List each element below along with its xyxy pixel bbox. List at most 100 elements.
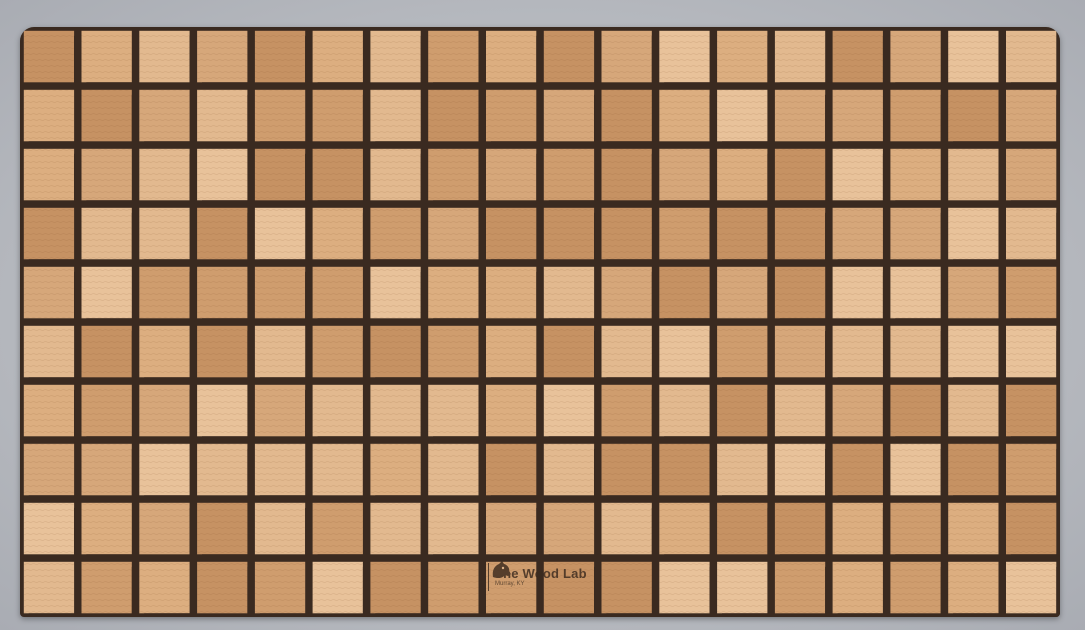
walnut-strip xyxy=(362,566,368,617)
walnut-strip xyxy=(940,566,946,617)
walnut-strip xyxy=(940,94,946,145)
wood-grain xyxy=(139,30,190,83)
wood-grain xyxy=(81,502,132,555)
wood-grain xyxy=(1006,384,1057,437)
walnut-strip xyxy=(131,330,137,381)
wood-grain xyxy=(312,30,363,83)
walnut-strip xyxy=(305,389,311,440)
walnut-strip xyxy=(664,82,714,88)
wood-grain xyxy=(890,30,941,83)
walnut-strip xyxy=(709,330,715,381)
wood-grain xyxy=(254,561,306,614)
walnut-strip xyxy=(1056,330,1060,381)
wood-grain xyxy=(543,89,595,142)
wood-grain xyxy=(428,207,479,260)
walnut-strip xyxy=(895,554,945,560)
walnut-strip xyxy=(709,94,715,145)
walnut-strip xyxy=(651,507,657,558)
walnut-strip xyxy=(259,495,309,501)
wood-grain xyxy=(832,384,883,437)
wood-grain xyxy=(717,89,768,142)
walnut-strip xyxy=(536,271,542,322)
walnut-strip xyxy=(940,330,946,381)
walnut-strip xyxy=(305,153,311,204)
wood-grain xyxy=(717,30,768,83)
walnut-strip xyxy=(767,389,773,440)
wood-grain xyxy=(23,266,75,319)
wood-grain xyxy=(254,148,306,201)
walnut-strip xyxy=(940,448,946,499)
wood-grain xyxy=(139,384,190,437)
wood-grain xyxy=(312,266,363,319)
wood-grain xyxy=(890,561,941,614)
walnut-strip xyxy=(594,330,599,381)
walnut-strip xyxy=(536,507,542,558)
walnut-strip xyxy=(594,94,599,145)
wood-grain xyxy=(197,207,248,260)
wood-grain xyxy=(543,30,595,83)
wood-grain xyxy=(1006,443,1057,496)
walnut-strip xyxy=(1056,566,1060,617)
wood-grain xyxy=(601,502,652,555)
wood-grain xyxy=(486,266,537,319)
wood-grain xyxy=(81,384,132,437)
walnut-strip xyxy=(882,271,888,322)
walnut-strip xyxy=(722,259,772,265)
walnut-strip xyxy=(247,330,253,381)
walnut-strip xyxy=(189,507,195,558)
walnut-strip xyxy=(86,318,136,324)
wood-grain xyxy=(23,207,75,260)
walnut-strip xyxy=(259,377,309,383)
wood-grain xyxy=(139,207,190,260)
wood-grain xyxy=(832,325,883,378)
walnut-strip xyxy=(259,613,309,617)
wood-grain xyxy=(1006,266,1057,319)
walnut-strip xyxy=(1010,200,1060,206)
wood-grain xyxy=(81,207,132,260)
wood-grain xyxy=(370,561,421,614)
walnut-strip xyxy=(478,448,484,499)
walnut-strip xyxy=(837,495,887,501)
wood-grain xyxy=(948,384,999,437)
walnut-strip xyxy=(779,82,829,88)
walnut-strip xyxy=(490,613,540,617)
wood-grain xyxy=(659,502,710,555)
walnut-strip xyxy=(594,566,599,617)
wood-grain xyxy=(428,148,479,201)
walnut-strip xyxy=(998,507,1004,558)
walnut-strip xyxy=(433,554,483,560)
walnut-strip xyxy=(189,389,195,440)
wood-grain xyxy=(601,266,652,319)
walnut-strip xyxy=(28,495,78,501)
wood-grain xyxy=(197,502,248,555)
walnut-strip xyxy=(825,448,831,499)
wood-grain xyxy=(543,148,595,201)
wood-grain xyxy=(890,443,941,496)
walnut-strip xyxy=(86,200,136,206)
walnut-strip xyxy=(953,377,1003,383)
walnut-strip xyxy=(478,330,484,381)
wood-grain xyxy=(486,30,537,83)
wood-grain xyxy=(312,502,363,555)
wood-grain xyxy=(948,266,999,319)
wood-grain xyxy=(370,325,421,378)
walnut-strip xyxy=(882,153,888,204)
wood-grain xyxy=(543,502,595,555)
wood-grain xyxy=(890,148,941,201)
wood-grain xyxy=(717,148,768,201)
walnut-strip xyxy=(28,141,78,147)
walnut-strip xyxy=(606,377,656,383)
wood-grain xyxy=(428,266,479,319)
walnut-strip xyxy=(259,141,309,147)
walnut-strip xyxy=(74,389,79,440)
walnut-strip xyxy=(606,613,656,617)
wood-grain xyxy=(254,384,306,437)
walnut-strip xyxy=(998,153,1004,204)
wood-grain xyxy=(832,443,883,496)
wood-grain xyxy=(197,561,248,614)
wood-grain xyxy=(774,266,826,319)
walnut-strip xyxy=(144,141,194,147)
wood-grain xyxy=(254,30,306,83)
walnut-strip xyxy=(709,448,715,499)
walnut-strip xyxy=(953,495,1003,501)
